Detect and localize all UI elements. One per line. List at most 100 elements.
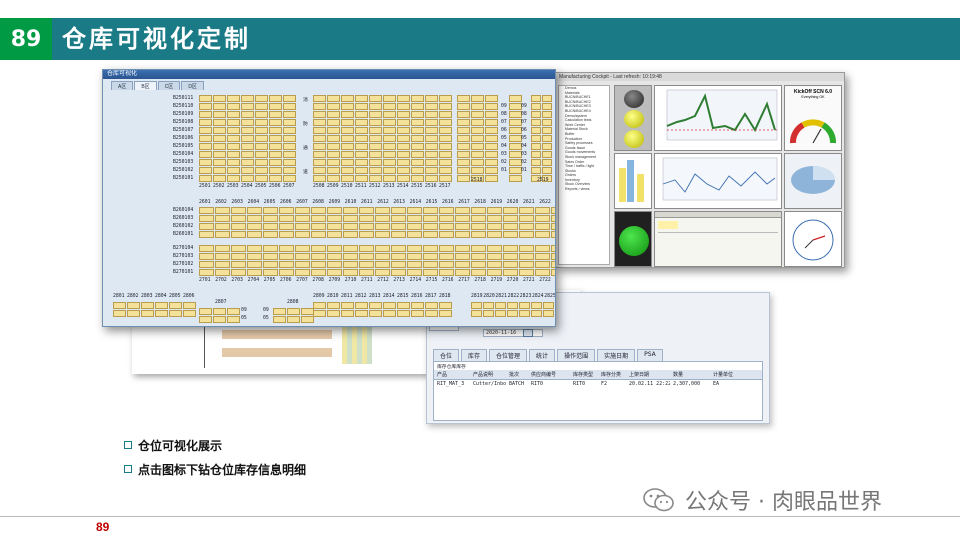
bin-cell[interactable] xyxy=(311,215,326,222)
bin-cell[interactable] xyxy=(369,135,382,142)
bin-cell[interactable] xyxy=(199,95,212,102)
bin-cell[interactable] xyxy=(423,269,438,276)
bin-cell[interactable] xyxy=(383,167,396,174)
bin-cell[interactable] xyxy=(407,215,422,222)
bin-cell[interactable] xyxy=(407,245,422,252)
bin-cell[interactable] xyxy=(311,253,326,260)
bin-cell[interactable] xyxy=(542,119,552,126)
bin-cell[interactable] xyxy=(423,215,438,222)
bin-cell[interactable] xyxy=(241,151,254,158)
bin-cell[interactable] xyxy=(241,127,254,134)
bin-cell[interactable] xyxy=(355,302,368,309)
bin-cell[interactable] xyxy=(531,103,541,110)
bin-cell[interactable] xyxy=(411,135,424,142)
bin-cell[interactable] xyxy=(535,231,550,238)
bin-cell[interactable] xyxy=(231,223,246,230)
bin-cell[interactable] xyxy=(439,207,454,214)
bin-cell[interactable] xyxy=(183,310,196,317)
bin-cell[interactable] xyxy=(369,302,382,309)
bin-cell[interactable] xyxy=(283,175,296,182)
bin-cell[interactable] xyxy=(327,253,342,260)
bin-cell[interactable] xyxy=(215,207,230,214)
bin-cell[interactable] xyxy=(485,175,498,182)
bin-cell[interactable] xyxy=(255,167,268,174)
bin-cell[interactable] xyxy=(369,103,382,110)
bin-cell[interactable] xyxy=(311,207,326,214)
bin-cell[interactable] xyxy=(439,269,454,276)
bin-cell[interactable] xyxy=(359,207,374,214)
bin-cell[interactable] xyxy=(455,245,470,252)
bin-cell[interactable] xyxy=(487,261,502,268)
date-input[interactable]: 2020-11-16 xyxy=(483,329,543,337)
bin-cell[interactable] xyxy=(383,310,396,317)
bin-cell[interactable] xyxy=(283,103,296,110)
bin-cell[interactable] xyxy=(391,261,406,268)
bin-cell[interactable] xyxy=(397,175,410,182)
bin-cell[interactable] xyxy=(241,175,254,182)
bin-cell[interactable] xyxy=(457,159,470,166)
bin-cell[interactable] xyxy=(231,269,246,276)
bin-cell[interactable] xyxy=(231,207,246,214)
bin-cell[interactable] xyxy=(343,245,358,252)
bin-cell[interactable] xyxy=(241,95,254,102)
bin-cell[interactable] xyxy=(407,223,422,230)
bin-cell[interactable] xyxy=(369,143,382,150)
bin-cell[interactable] xyxy=(255,111,268,118)
bin-cell[interactable] xyxy=(295,253,310,260)
bin-cell[interactable] xyxy=(457,135,470,142)
bin-cell[interactable] xyxy=(255,103,268,110)
bin-cell[interactable] xyxy=(531,127,541,134)
bin-cell[interactable] xyxy=(279,253,294,260)
bin-cell[interactable] xyxy=(343,207,358,214)
bin-cell[interactable] xyxy=(471,207,486,214)
bin-cell[interactable] xyxy=(485,143,498,150)
bin-cell[interactable] xyxy=(391,223,406,230)
bin-cell[interactable] xyxy=(215,261,230,268)
bin-cell[interactable] xyxy=(407,261,422,268)
bin-cell[interactable] xyxy=(397,302,410,309)
bin-cell[interactable] xyxy=(311,245,326,252)
bin-cell[interactable] xyxy=(369,111,382,118)
bin-cell[interactable] xyxy=(471,103,484,110)
bin-cell[interactable] xyxy=(439,111,452,118)
bin-cell[interactable] xyxy=(383,95,396,102)
bin-cell[interactable] xyxy=(483,310,494,317)
bin-cell[interactable] xyxy=(411,159,424,166)
bin-cell[interactable] xyxy=(241,143,254,150)
bin-cell[interactable] xyxy=(341,95,354,102)
bin-cell[interactable] xyxy=(313,167,326,174)
bin-cell[interactable] xyxy=(542,159,552,166)
bin-cell[interactable] xyxy=(213,111,226,118)
bin-cell[interactable] xyxy=(535,207,550,214)
bin-cell[interactable] xyxy=(531,95,541,102)
bin-cell[interactable] xyxy=(263,245,278,252)
bin-cell[interactable] xyxy=(199,119,212,126)
bin-cell[interactable] xyxy=(269,143,282,150)
bin-cell[interactable] xyxy=(199,253,214,260)
bin-cell[interactable] xyxy=(279,207,294,214)
bin-cell[interactable] xyxy=(269,159,282,166)
bin-cell[interactable] xyxy=(327,310,340,317)
bin-cell[interactable] xyxy=(383,111,396,118)
bin-cell[interactable] xyxy=(169,302,182,309)
bin-cell[interactable] xyxy=(439,95,452,102)
bin-cell[interactable] xyxy=(327,215,342,222)
bin-cell[interactable] xyxy=(199,159,212,166)
bin-cell[interactable] xyxy=(471,159,484,166)
bin-cell[interactable] xyxy=(551,231,555,238)
bin-cell[interactable] xyxy=(295,207,310,214)
bin-cell[interactable] xyxy=(263,207,278,214)
bin-cell[interactable] xyxy=(213,167,226,174)
bin-cell[interactable] xyxy=(311,269,326,276)
bin-cell[interactable] xyxy=(439,159,452,166)
bin-cell[interactable] xyxy=(341,159,354,166)
bin-cell[interactable] xyxy=(425,167,438,174)
bin-cell[interactable] xyxy=(503,215,518,222)
bin-cell[interactable] xyxy=(247,231,262,238)
bin-cell[interactable] xyxy=(215,253,230,260)
bin-cell[interactable] xyxy=(411,103,424,110)
bin-cell[interactable] xyxy=(241,135,254,142)
bin-cell[interactable] xyxy=(355,143,368,150)
bin-cell[interactable] xyxy=(439,143,452,150)
bin-cell[interactable] xyxy=(215,245,230,252)
